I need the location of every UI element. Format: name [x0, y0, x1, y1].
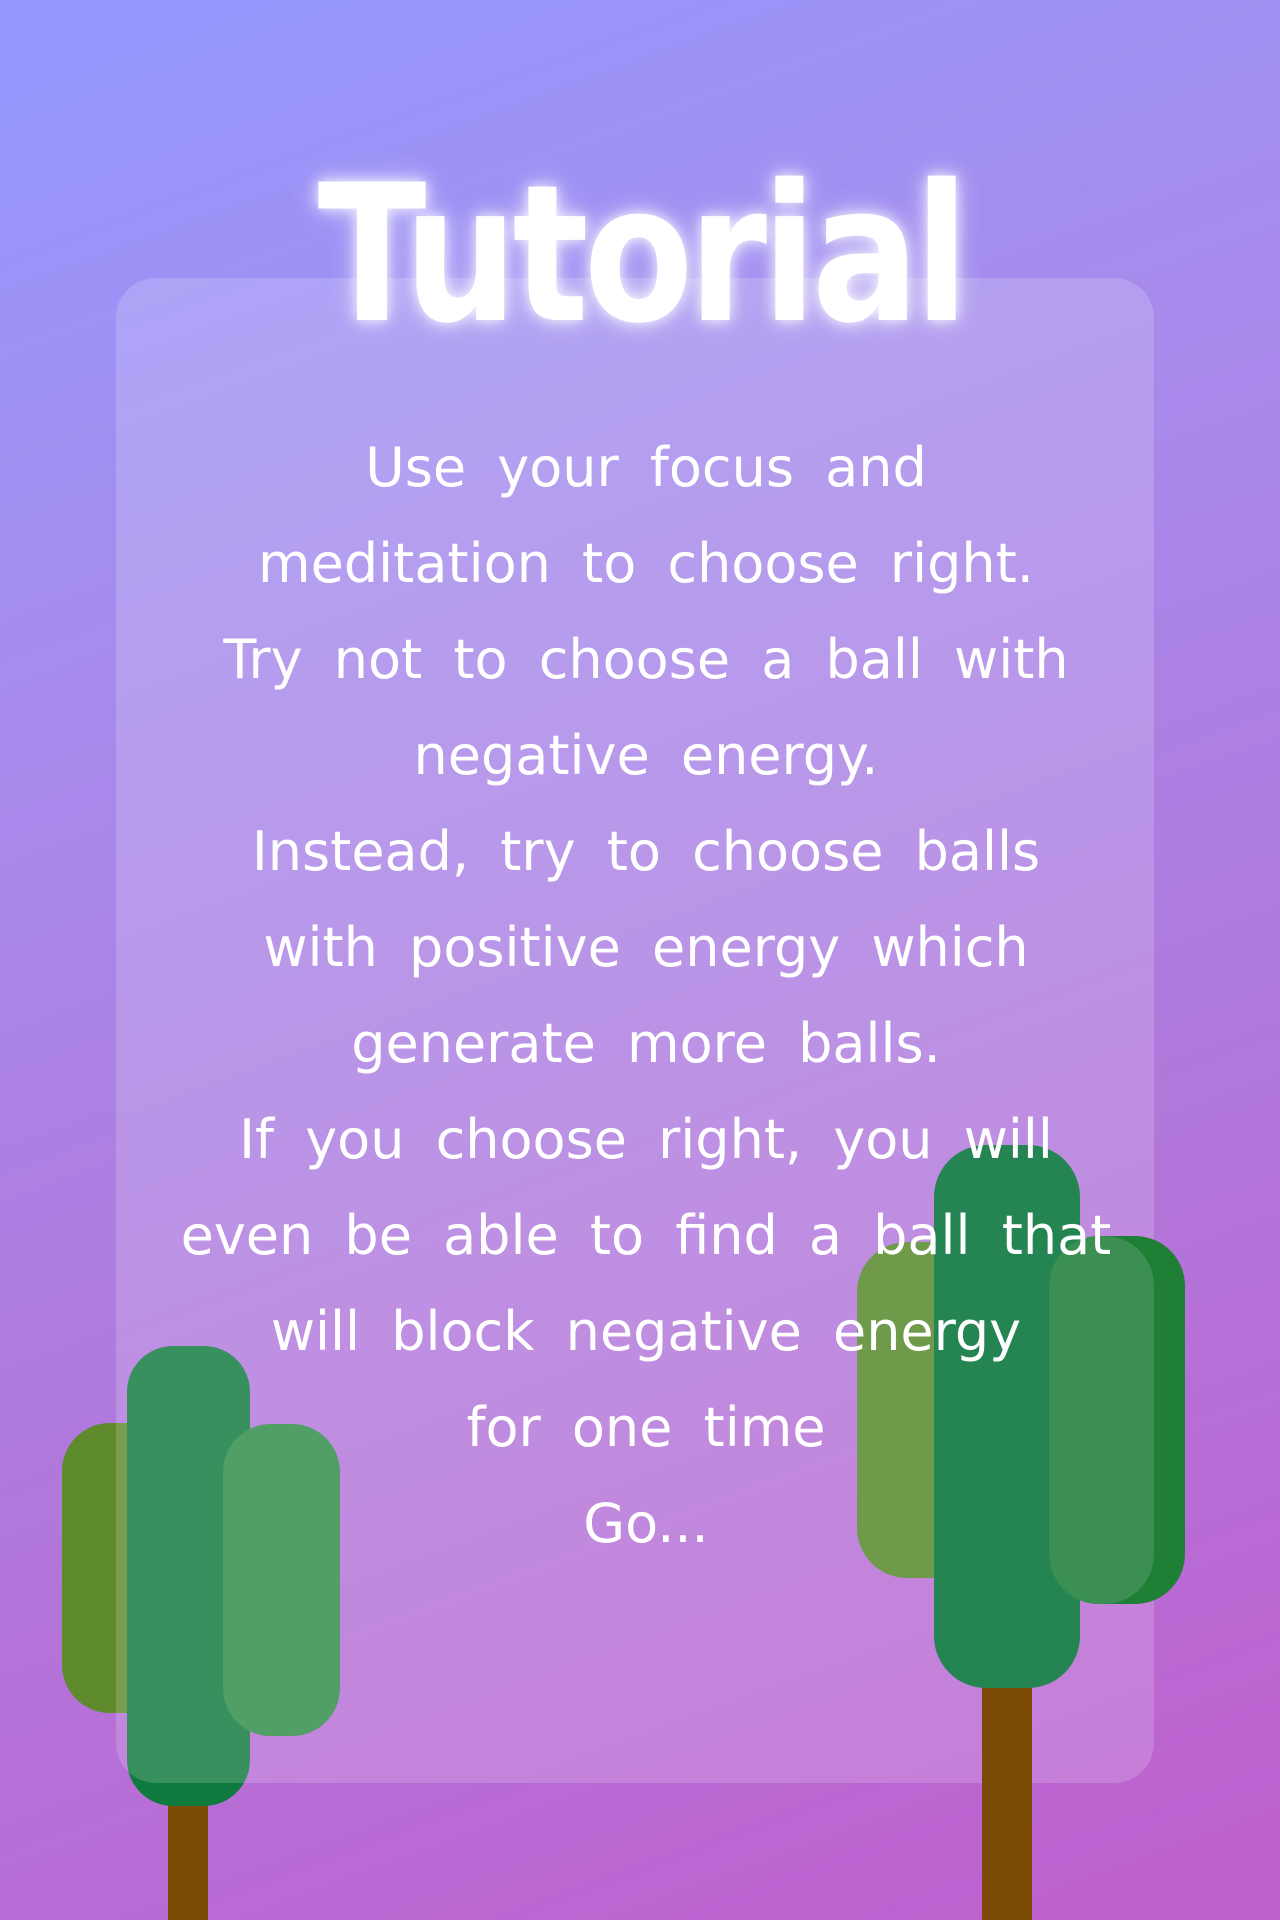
tutorial-line: If you choose right, you will — [239, 1108, 1053, 1171]
tutorial-screen: Tutorial Use your focus and meditation t… — [0, 0, 1280, 1920]
page-title: Tutorial — [317, 144, 969, 365]
tutorial-line: Instead, try to choose balls — [251, 820, 1041, 883]
tutorial-line: Use your focus and — [365, 436, 927, 499]
tutorial-line: with positive energy which — [263, 916, 1029, 979]
left-tree-trunk — [168, 1795, 208, 1920]
tutorial-line: meditation to choose right. — [258, 532, 1034, 595]
tutorial-line: negative energy. — [413, 724, 879, 787]
tutorial-line: Try not to choose a ball with — [223, 628, 1069, 691]
tutorial-line: generate more balls. — [351, 1012, 941, 1075]
right-tree-trunk — [982, 1680, 1032, 1920]
tutorial-text: Use your focus and meditation to choose … — [116, 420, 1176, 1572]
tutorial-line: even be able to find a ball that — [180, 1204, 1112, 1267]
tutorial-line: will block negative energy — [270, 1300, 1022, 1363]
go-prompt[interactable]: Go... — [116, 1476, 1176, 1572]
tutorial-line: for one time — [466, 1396, 826, 1459]
